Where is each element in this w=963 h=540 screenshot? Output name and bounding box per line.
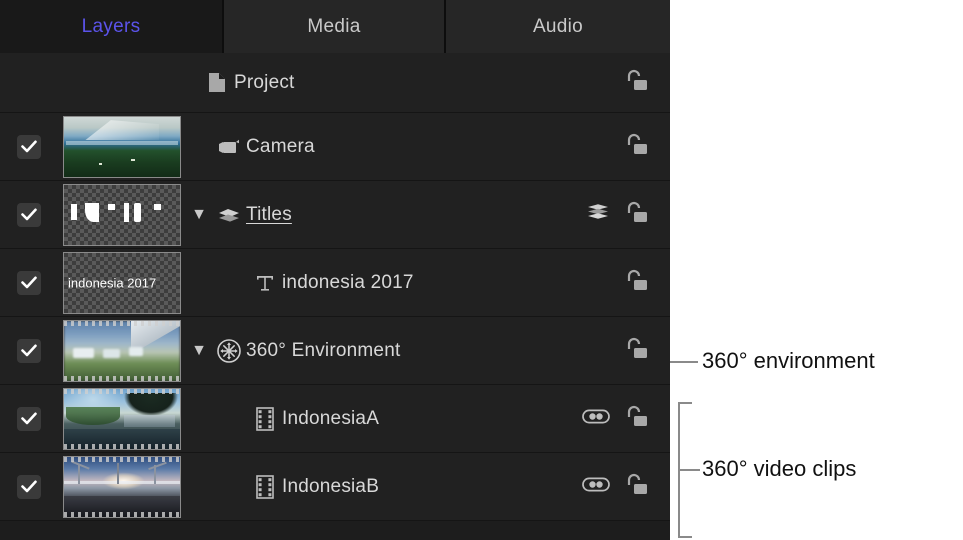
text-layer-icon [248,273,282,293]
layer-thumbnail-cell [58,116,186,178]
layer-name-cell: ▼ Titles [186,204,586,226]
layer-thumbnail-cell [58,184,186,246]
layer-name-cell: ▼ [186,338,624,364]
unlocked-padlock-icon[interactable] [624,405,648,432]
camera-icon [212,139,246,155]
annotation-label: 360° environment [702,348,875,373]
thumbnail-equirectangular-sunset-cranes [63,456,181,518]
thumbnail-equirectangular-harbor-day [63,388,181,450]
thumbnail-transparent-indonesia-2017-text: indonesia 2017 [63,252,181,314]
layer-row-controls [582,473,670,500]
layer-row-camera[interactable]: ▼ Camera [0,113,670,181]
layer-visibility-cell [0,475,58,499]
layer-row-titles[interactable]: ▼ Titles [0,181,670,249]
layer-visibility-cell [0,203,58,227]
thumbnail-aerial-waterfall-landscape [63,116,181,178]
visibility-checkbox[interactable] [17,475,41,499]
360-sphere-icon [212,338,246,364]
thumbnail-text: indonesia 2017 [68,275,156,290]
layer-name-cell: ▼ indonesia 2017 [186,272,624,294]
layer-name-cell: ▼ [186,475,582,499]
unlocked-padlock-icon[interactable] [624,269,648,296]
layer-visibility-cell [0,339,58,363]
visibility-checkbox[interactable] [17,203,41,227]
tab-audio[interactable]: Audio [446,0,670,53]
layer-name-label: IndonesiaB [282,476,379,498]
visibility-checkbox[interactable] [17,271,41,295]
layer-name-label: Titles [246,204,292,226]
unlocked-padlock-icon[interactable] [624,201,648,228]
layer-name-label: indonesia 2017 [282,272,414,294]
film-strip-icon [248,407,282,431]
layer-thumbnail-cell: indonesia 2017 [58,252,186,314]
visibility-checkbox[interactable] [17,339,41,363]
group-layers-icon [212,207,246,223]
tab-layers-label: Layers [82,16,141,38]
layer-name-cell: Project [0,72,624,94]
layer-row-controls [624,269,670,296]
layer-row-indonesiab[interactable]: ▼ [0,453,670,521]
link-capsule-icon[interactable] [582,477,610,497]
annotation-360-environment: 360° environment [702,348,875,374]
layer-name-cell: ▼ Camera [186,136,624,158]
layer-name-label: Camera [246,136,315,158]
unlocked-padlock-icon[interactable] [624,133,648,160]
thumbnail-transparent-text-fragments [63,184,181,246]
layer-row-indonesiaa[interactable]: ▼ [0,385,670,453]
layer-visibility-cell [0,135,58,159]
tab-layers[interactable]: Layers [0,0,224,53]
unlocked-padlock-icon[interactable] [624,337,648,364]
unlocked-padlock-icon[interactable] [624,69,648,96]
unlocked-padlock-icon[interactable] [624,473,648,500]
layer-name-label: 360° Environment [246,340,400,362]
layer-name-cell: ▼ [186,407,582,431]
annotation-label: 360° video clips [702,456,856,481]
thumbnail-blurred-sky-landscape [63,320,181,382]
visibility-checkbox[interactable] [17,135,41,159]
layer-row-360-environment[interactable]: ▼ [0,317,670,385]
layer-list: Project [0,53,670,521]
layer-thumbnail-cell [58,388,186,450]
layer-name-label: IndonesiaA [282,408,379,430]
annotation-360-video-clips: 360° video clips [702,456,856,482]
layer-visibility-cell [0,271,58,295]
film-strip-icon [248,475,282,499]
layer-row-controls [624,337,670,364]
layer-name-label: Project [234,72,295,94]
tab-media[interactable]: Media [224,0,446,53]
layer-row-controls [624,69,670,96]
layer-row-indonesia-2017[interactable]: indonesia 2017 ▼ indonesia 2 [0,249,670,317]
chevron-down-icon[interactable]: ▼ [186,342,212,360]
layer-visibility-cell [0,407,58,431]
panel-tab-bar: Layers Media Audio [0,0,670,53]
layer-thumbnail-cell [58,320,186,382]
annotation-leader-line-environment [670,361,698,363]
layers-panel: Layers Media Audio Pr [0,0,670,540]
layer-row-project[interactable]: Project [0,53,670,113]
link-capsule-icon[interactable] [582,409,610,429]
layer-row-controls [586,201,670,228]
chevron-down-icon[interactable]: ▼ [186,206,212,224]
layer-thumbnail-cell [58,456,186,518]
tab-audio-label: Audio [533,16,583,38]
visibility-checkbox[interactable] [17,407,41,431]
stacked-layers-icon[interactable] [586,203,610,226]
layer-row-controls [624,133,670,160]
layer-row-controls [582,405,670,432]
annotation-bracket-tick [678,469,700,471]
tab-media-label: Media [307,16,360,38]
document-icon [200,72,234,93]
screenshot-root: Layers Media Audio Pr [0,0,963,540]
